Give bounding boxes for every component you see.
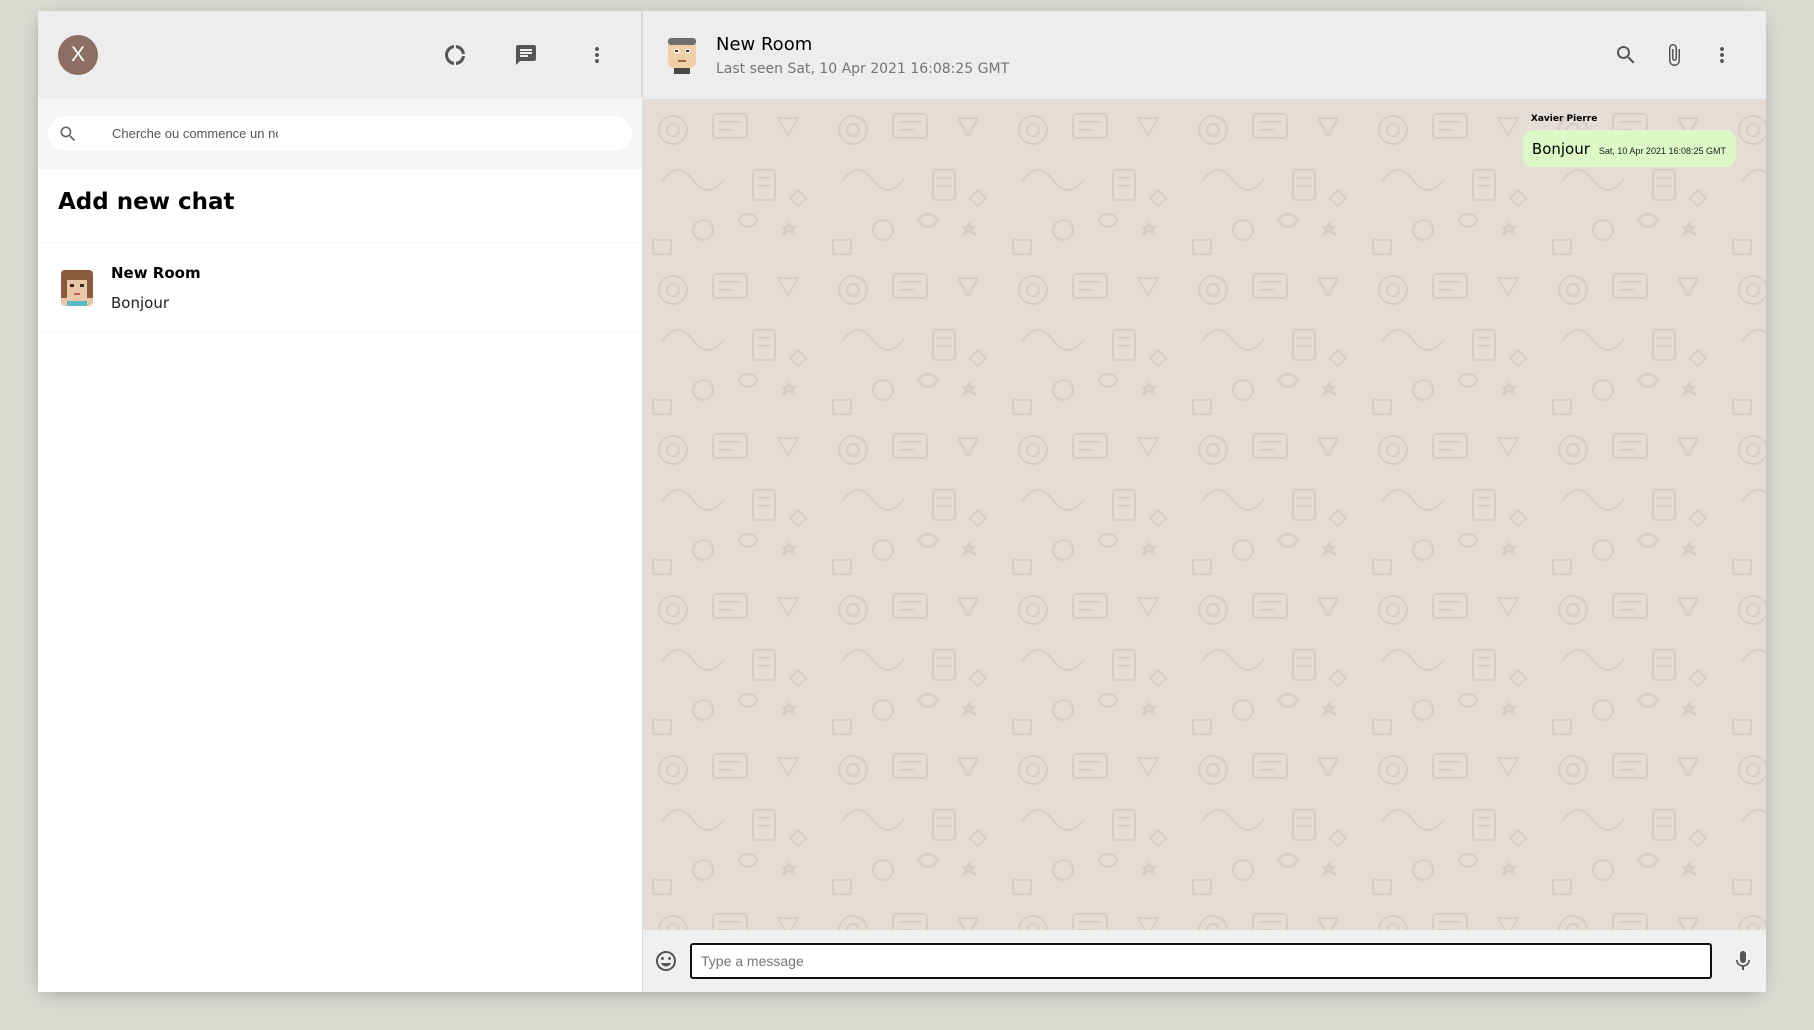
chat-panel: New Room Last seen Sat, 10 Apr 2021 16:0…	[643, 11, 1766, 992]
add-new-chat-button[interactable]: Add new chat	[38, 169, 642, 243]
chat-header-actions	[1602, 31, 1746, 79]
search-input[interactable]	[110, 125, 280, 142]
emoji-button[interactable]	[654, 949, 678, 973]
chat-body: Xavier Pierre Bonjour Sat, 10 Apr 2021 1…	[643, 100, 1766, 930]
more-vert-icon	[1720, 47, 1724, 63]
sidebar-menu-button[interactable]	[573, 31, 621, 79]
message-text: Bonjour	[1531, 140, 1590, 158]
message-input[interactable]	[690, 943, 1712, 979]
sidebar-chat-last-message: Bonjour	[111, 293, 169, 312]
chat-background-pattern	[643, 100, 1766, 930]
sidebar-chats: Add new chat New Room Bonjour	[38, 169, 642, 992]
mic-button[interactable]	[1731, 949, 1755, 973]
chat-search-button[interactable]	[1602, 31, 1650, 79]
donut-large-icon	[445, 44, 465, 65]
attach-file-icon	[1669, 44, 1680, 66]
message-sender-name: Xavier Pierre	[1530, 114, 1598, 124]
room-avatar-female	[61, 269, 93, 306]
message-timestamp: Sat, 10 Apr 2021 16:08:25 GMT	[1598, 146, 1726, 156]
chat-header: New Room Last seen Sat, 10 Apr 2021 16:0…	[643, 11, 1766, 100]
message-form	[690, 943, 1712, 979]
search-container	[48, 116, 632, 151]
whatsapp-app: X Cherche ou commence un nouveau chat Ad…	[38, 11, 1766, 992]
search-icon	[58, 124, 86, 144]
insert-emoticon-icon	[656, 951, 676, 971]
user-avatar[interactable]: X	[58, 34, 98, 75]
status-button[interactable]	[431, 31, 479, 79]
chat-message-sent: Xavier Pierre Bonjour Sat, 10 Apr 2021 1…	[1522, 114, 1736, 167]
chat-icon	[516, 44, 536, 65]
new-chat-button[interactable]	[502, 31, 550, 79]
sidebar-chat-name: New Room	[111, 263, 201, 282]
search-icon	[1617, 46, 1635, 64]
sidebar-header-actions	[408, 31, 621, 79]
chat-room-name: New Room	[716, 33, 813, 55]
chat-footer	[643, 930, 1766, 992]
mic-icon	[1736, 951, 1750, 970]
room-avatar-male[interactable]	[663, 34, 701, 76]
chat-menu-button[interactable]	[1698, 31, 1746, 79]
chat-last-seen: Last seen Sat, 10 Apr 2021 16:08:25 GMT	[716, 60, 1010, 77]
sidebar-chat-item[interactable]: New Room Bonjour	[38, 243, 642, 333]
sidebar-search	[38, 98, 642, 169]
sidebar-chat-info: New Room Bonjour	[111, 264, 201, 312]
sidebar: X Cherche ou commence un nouveau chat Ad…	[38, 11, 643, 992]
attach-button[interactable]	[1650, 31, 1698, 79]
chat-header-info: New Room Last seen Sat, 10 Apr 2021 16:0…	[716, 34, 1009, 77]
sidebar-header: X	[38, 11, 642, 98]
more-vert-icon	[595, 46, 599, 63]
